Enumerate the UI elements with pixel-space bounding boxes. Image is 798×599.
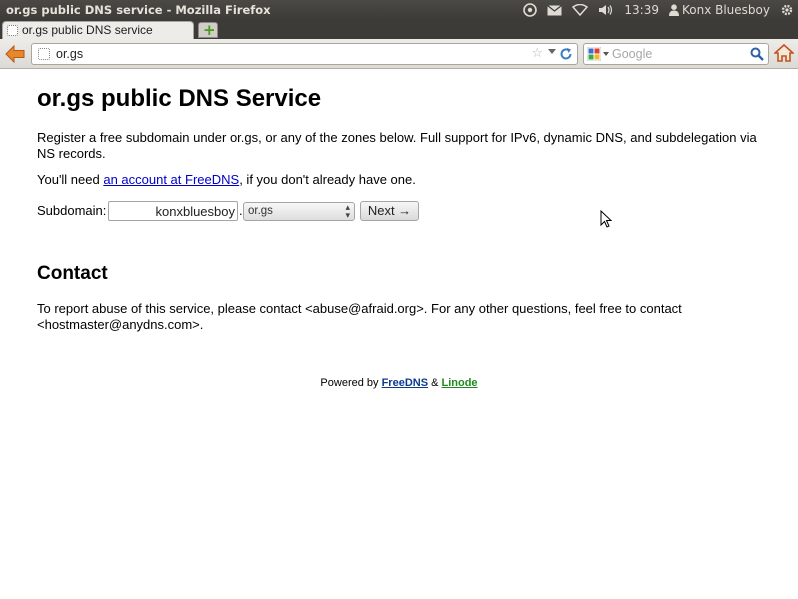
user-icon <box>668 4 679 16</box>
zone-selected-value: or.gs <box>248 205 273 217</box>
search-bar[interactable] <box>583 43 769 65</box>
page-title: or.gs public DNS Service <box>37 85 322 112</box>
tab-label: or.gs public DNS service <box>22 23 153 37</box>
mouse-cursor-icon <box>600 209 613 231</box>
window-title: or.gs public DNS service - Mozilla Firef… <box>6 3 271 17</box>
gear-icon[interactable] <box>780 3 794 17</box>
history-dropdown-icon[interactable] <box>548 49 556 54</box>
freedns-link[interactable]: FreeDNS <box>382 377 428 389</box>
next-button[interactable]: Next → <box>360 201 419 221</box>
clock[interactable]: 13:39 <box>624 0 659 20</box>
account-notice-suffix: , if you don't already have one. <box>239 172 416 187</box>
navigation-toolbar: ☆ <box>0 39 798 69</box>
search-icon[interactable] <box>750 47 764 64</box>
plus-icon: + <box>203 21 216 39</box>
user-name: Konx Bluesboy <box>681 3 770 17</box>
volume-icon[interactable] <box>598 4 614 16</box>
url-input[interactable] <box>56 45 526 63</box>
window-titlebar: or.gs public DNS service - Mozilla Firef… <box>0 0 798 20</box>
url-bar[interactable]: ☆ <box>31 43 578 65</box>
back-button[interactable] <box>4 43 26 65</box>
site-identity-icon[interactable] <box>38 48 50 60</box>
account-notice-prefix: You'll need <box>37 172 104 187</box>
subdomain-label: Subdomain: <box>37 203 107 218</box>
search-engine-dropdown-icon[interactable] <box>603 52 609 56</box>
home-button[interactable] <box>772 43 796 63</box>
footer-ampersand: & <box>428 377 442 389</box>
reload-button[interactable] <box>559 47 573 64</box>
tab-active[interactable]: or.gs public DNS service <box>2 21 194 39</box>
mail-icon[interactable] <box>547 4 563 16</box>
account-notice: You'll need an account at FreeDNS, if yo… <box>37 172 416 187</box>
footer-prefix: Powered by <box>320 377 382 389</box>
freedns-account-link[interactable]: an account at FreeDNS <box>103 172 239 187</box>
linode-link[interactable]: Linode <box>442 377 478 389</box>
ubuntu-one-icon[interactable] <box>523 3 538 17</box>
page-content: or.gs public DNS Service Register a free… <box>0 70 798 599</box>
updown-arrows-icon: ▴ ▾ <box>345 202 350 220</box>
new-tab-button[interactable]: + <box>198 21 218 39</box>
back-arrow-icon <box>5 44 25 64</box>
home-icon <box>772 43 796 62</box>
wifi-icon[interactable] <box>572 4 589 16</box>
contact-text: To report abuse of this service, please … <box>37 301 682 332</box>
intro-text: Register a free subdomain under or.gs, o… <box>37 130 757 161</box>
default-favicon-icon <box>7 25 18 36</box>
user-menu[interactable]: Konx Bluesboy <box>668 0 770 20</box>
bookmark-star-icon[interactable]: ☆ <box>531 46 543 61</box>
reload-icon <box>560 48 572 60</box>
contact-heading: Contact <box>37 263 108 284</box>
tab-strip: or.gs public DNS service + <box>0 20 798 39</box>
search-input[interactable] <box>612 45 742 63</box>
footer: Powered by FreeDNS & Linode <box>0 377 798 389</box>
zone-select[interactable]: or.gs ▴ ▾ <box>243 202 355 221</box>
system-tray: 13:39 Konx Bluesboy <box>523 0 794 20</box>
google-engine-icon[interactable] <box>586 46 602 62</box>
subdomain-input[interactable] <box>108 201 238 221</box>
